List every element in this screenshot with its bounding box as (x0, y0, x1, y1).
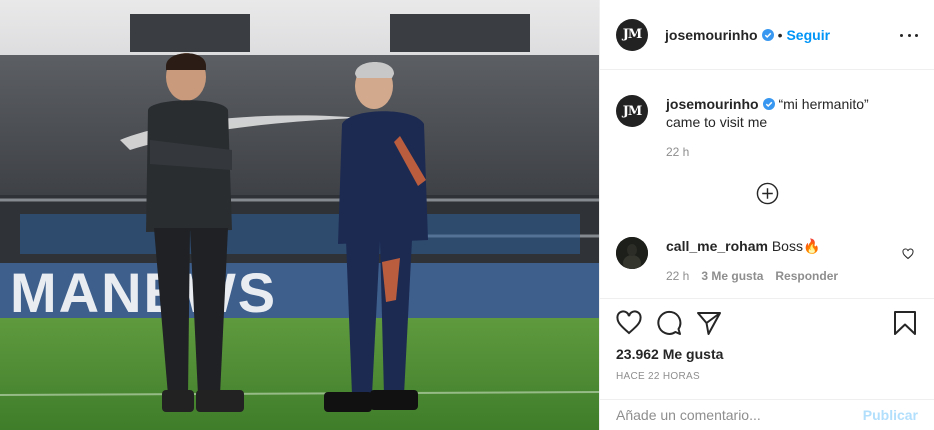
author-username[interactable]: josemourinho (665, 27, 758, 43)
verified-badge-icon (762, 98, 775, 110)
stadium-photo: MANEWS (0, 0, 599, 430)
caption-meta: 22 h (666, 143, 886, 161)
comment-time[interactable]: 22 h (666, 267, 689, 285)
caption-username[interactable]: josemourinho (666, 96, 759, 112)
instagram-post: MANEWS JM josemourinho • Seguir JM josem… (0, 0, 934, 430)
follow-button[interactable]: Seguir (786, 27, 830, 43)
paper-plane-icon[interactable] (696, 310, 722, 336)
comment-row: call_me_roham Boss🔥 22 h 3 Me gusta Resp… (616, 237, 918, 285)
comment-text: Boss🔥 (771, 238, 821, 254)
comment-bubble-icon[interactable] (656, 310, 682, 336)
author-avatar[interactable]: JM (616, 95, 648, 127)
caption-body: josemourinho “mi hermanito” came to visi… (666, 95, 886, 161)
reply-button[interactable]: Responder (775, 267, 838, 285)
comment-username[interactable]: call_me_roham (666, 238, 768, 254)
post-photo[interactable]: MANEWS (0, 0, 599, 430)
commenter-avatar[interactable] (616, 237, 648, 269)
comment-heart-icon[interactable] (902, 248, 914, 260)
post-side-panel: JM josemourinho • Seguir JM josemourinho… (599, 0, 934, 430)
post-header: JM josemourinho • Seguir (600, 0, 934, 70)
caption-row: JM josemourinho “mi hermanito” came to v… (616, 95, 918, 161)
comment-composer: Publicar (600, 399, 934, 430)
likes-count[interactable]: 23.962 Me gusta (616, 346, 723, 362)
publish-button[interactable]: Publicar (863, 407, 918, 423)
comment-input[interactable] (616, 407, 863, 423)
commenter-avatar-image (616, 237, 648, 269)
author-avatar[interactable]: JM (616, 18, 648, 51)
bookmark-icon[interactable] (892, 310, 918, 336)
comments-section: JM josemourinho “mi hermanito” came to v… (600, 71, 934, 299)
plus-circle-icon[interactable] (756, 182, 779, 205)
post-actions-bar (616, 310, 918, 338)
caption-time[interactable]: 22 h (666, 143, 689, 161)
separator-dot: • (777, 26, 783, 43)
verified-badge-icon (761, 28, 774, 41)
more-options-icon[interactable] (900, 26, 918, 44)
heart-icon[interactable] (616, 310, 642, 336)
photo-banner-text: MANEWS (10, 261, 277, 324)
comment-meta: 22 h 3 Me gusta Responder (666, 267, 838, 285)
post-timestamp[interactable]: HACE 22 HORAS (616, 371, 700, 382)
comment-body: call_me_roham Boss🔥 22 h 3 Me gusta Resp… (666, 237, 838, 285)
comment-likes[interactable]: 3 Me gusta (701, 267, 763, 285)
